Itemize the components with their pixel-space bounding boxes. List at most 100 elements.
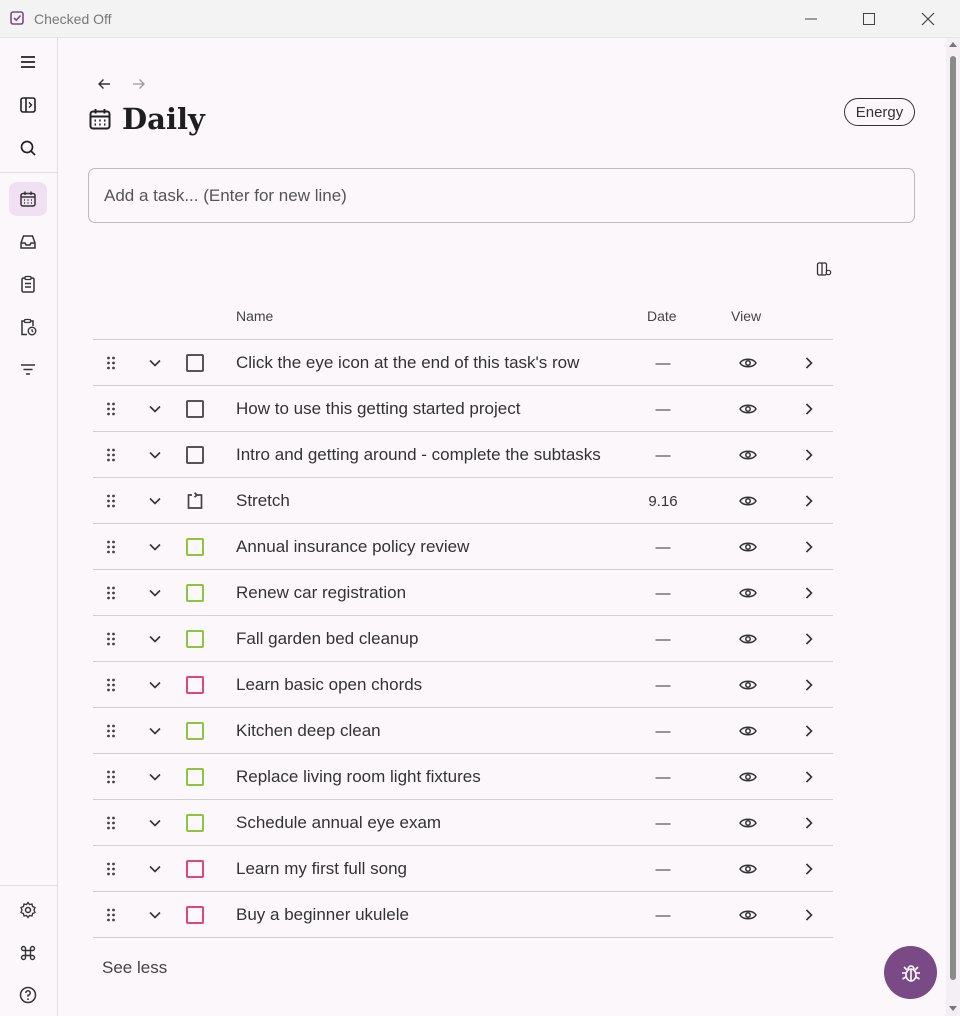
drag-handle[interactable]	[103, 800, 119, 846]
sidebar-help-button[interactable]	[9, 978, 47, 1012]
sidebar-shortcuts-button[interactable]	[9, 936, 47, 970]
open-task-button[interactable]	[799, 708, 819, 754]
sidebar-item-inbox[interactable]	[9, 225, 47, 259]
expand-toggle[interactable]	[145, 892, 165, 938]
drag-handle[interactable]	[103, 524, 119, 570]
task-date[interactable]: —	[638, 524, 688, 570]
task-name[interactable]: Fall garden bed cleanup	[236, 616, 616, 662]
table-row[interactable]: Learn my first full song —	[93, 846, 833, 892]
table-row[interactable]: Replace living room light fixtures —	[93, 754, 833, 800]
task-name[interactable]: Click the eye icon at the end of this ta…	[236, 340, 616, 386]
expand-toggle[interactable]	[145, 616, 165, 662]
view-task-button[interactable]	[733, 340, 763, 386]
drag-handle[interactable]	[103, 432, 119, 478]
drag-handle[interactable]	[103, 478, 119, 524]
task-name[interactable]: Buy a beginner ukulele	[236, 892, 616, 938]
task-status[interactable]	[185, 754, 205, 800]
task-status[interactable]	[185, 892, 205, 938]
task-name[interactable]: Intro and getting around - complete the …	[236, 432, 616, 478]
drag-handle[interactable]	[103, 340, 119, 386]
drag-handle[interactable]	[103, 570, 119, 616]
task-date[interactable]: —	[638, 754, 688, 800]
task-status[interactable]	[185, 386, 205, 432]
sidebar-toggle-button[interactable]	[9, 88, 47, 122]
expand-toggle[interactable]	[145, 570, 165, 616]
view-task-button[interactable]	[733, 800, 763, 846]
open-task-button[interactable]	[799, 432, 819, 478]
task-checkbox[interactable]	[186, 630, 204, 648]
open-task-button[interactable]	[799, 340, 819, 386]
open-task-button[interactable]	[799, 478, 819, 524]
task-name[interactable]: How to use this getting started project	[236, 386, 616, 432]
table-row[interactable]: Intro and getting around - complete the …	[93, 432, 833, 478]
sidebar-item-filters[interactable]	[9, 352, 47, 386]
expand-toggle[interactable]	[145, 846, 165, 892]
table-row[interactable]: Annual insurance policy review —	[93, 524, 833, 570]
task-checkbox[interactable]	[186, 722, 204, 740]
task-checkbox[interactable]	[186, 906, 204, 924]
table-row[interactable]: Click the eye icon at the end of this ta…	[93, 340, 833, 386]
view-task-button[interactable]	[733, 892, 763, 938]
close-button[interactable]	[904, 0, 952, 38]
open-task-button[interactable]	[799, 846, 819, 892]
scrollbar[interactable]	[946, 38, 960, 1016]
task-status[interactable]	[185, 616, 205, 662]
minimize-button[interactable]	[787, 0, 835, 38]
table-row[interactable]: Kitchen deep clean —	[93, 708, 833, 754]
task-date[interactable]: 9.16	[638, 478, 688, 524]
table-row[interactable]: Learn basic open chords —	[93, 662, 833, 708]
sidebar-search-button[interactable]	[9, 131, 47, 165]
view-task-button[interactable]	[733, 846, 763, 892]
table-row[interactable]: Stretch 9.16	[93, 478, 833, 524]
expand-toggle[interactable]	[145, 340, 165, 386]
task-checkbox[interactable]	[186, 676, 204, 694]
open-task-button[interactable]	[799, 386, 819, 432]
sidebar-menu-button[interactable]	[9, 45, 47, 79]
scrollbar-thumb[interactable]	[950, 56, 956, 980]
view-task-button[interactable]	[733, 754, 763, 800]
open-task-button[interactable]	[799, 892, 819, 938]
column-header-view[interactable]: View	[731, 308, 761, 324]
table-row[interactable]: Schedule annual eye exam —	[93, 800, 833, 846]
table-row[interactable]: Fall garden bed cleanup —	[93, 616, 833, 662]
task-status[interactable]	[185, 524, 205, 570]
open-task-button[interactable]	[799, 754, 819, 800]
task-name[interactable]: Kitchen deep clean	[236, 708, 616, 754]
table-row[interactable]: How to use this getting started project —	[93, 386, 833, 432]
task-status[interactable]	[185, 662, 205, 708]
task-name[interactable]: Learn basic open chords	[236, 662, 616, 708]
view-task-button[interactable]	[733, 386, 763, 432]
expand-toggle[interactable]	[145, 386, 165, 432]
drag-handle[interactable]	[103, 708, 119, 754]
expand-toggle[interactable]	[145, 524, 165, 570]
task-date[interactable]: —	[638, 892, 688, 938]
task-date[interactable]: —	[638, 800, 688, 846]
task-date[interactable]: —	[638, 432, 688, 478]
task-date[interactable]: —	[638, 386, 688, 432]
back-button[interactable]	[94, 74, 114, 94]
task-date[interactable]: —	[638, 616, 688, 662]
view-task-button[interactable]	[733, 662, 763, 708]
expand-toggle[interactable]	[145, 478, 165, 524]
task-name[interactable]: Annual insurance policy review	[236, 524, 616, 570]
drag-handle[interactable]	[103, 892, 119, 938]
task-date[interactable]: —	[638, 846, 688, 892]
expand-toggle[interactable]	[145, 708, 165, 754]
column-header-name[interactable]: Name	[236, 308, 273, 324]
expand-toggle[interactable]	[145, 662, 165, 708]
task-date[interactable]: —	[638, 570, 688, 616]
view-task-button[interactable]	[733, 524, 763, 570]
task-name[interactable]: Learn my first full song	[236, 846, 616, 892]
view-task-button[interactable]	[733, 432, 763, 478]
report-bug-button[interactable]	[884, 946, 937, 999]
task-status[interactable]	[185, 800, 205, 846]
task-name[interactable]: Stretch	[236, 478, 616, 524]
task-checkbox[interactable]	[186, 446, 204, 464]
drag-handle[interactable]	[103, 846, 119, 892]
task-status[interactable]	[185, 570, 205, 616]
sidebar-item-daily[interactable]	[9, 182, 47, 216]
task-status[interactable]	[185, 846, 205, 892]
task-checkbox[interactable]	[186, 860, 204, 878]
sidebar-settings-button[interactable]	[9, 893, 47, 927]
drag-handle[interactable]	[103, 662, 119, 708]
